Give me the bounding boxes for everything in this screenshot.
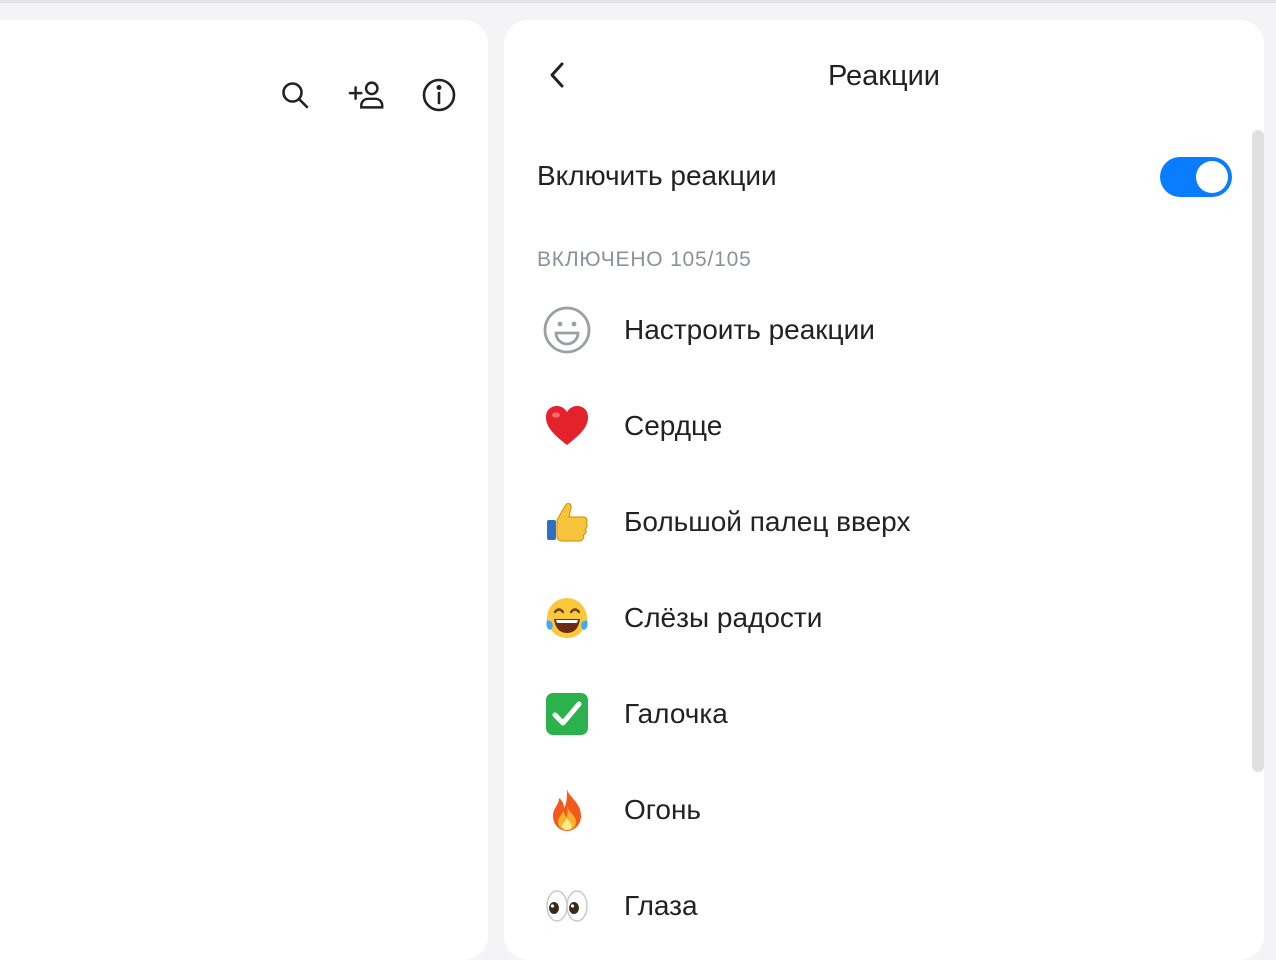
list-item-label: Слёзы радости bbox=[624, 602, 823, 633]
chat-header-actions bbox=[276, 76, 458, 114]
red-heart-emoji bbox=[541, 400, 593, 452]
eyes-emoji bbox=[541, 880, 593, 932]
fire-emoji bbox=[541, 784, 593, 836]
window-top-border bbox=[0, 0, 1276, 3]
list-item-label: Огонь bbox=[624, 794, 701, 825]
enabled-count-header: ВКЛЮЧЕНО 105/105 bbox=[537, 248, 752, 271]
reactions-list: Настроить реакции Сердце Большой палец в… bbox=[537, 282, 1237, 954]
list-item-check-mark[interactable]: Галочка bbox=[537, 666, 1237, 762]
chat-panel bbox=[0, 20, 488, 960]
list-item-tears-of-joy[interactable]: Слёзы радости bbox=[537, 570, 1237, 666]
tears-of-joy-emoji bbox=[541, 592, 593, 644]
list-item-label: Сердце bbox=[624, 410, 723, 441]
search-icon[interactable] bbox=[276, 76, 314, 114]
list-item-label: Глаза bbox=[624, 890, 698, 921]
list-item-label: Большой палец вверх bbox=[624, 506, 911, 537]
add-member-icon[interactable] bbox=[348, 76, 386, 114]
list-item-label: Галочка bbox=[624, 698, 728, 729]
list-item-thumbs-up[interactable]: Большой палец вверх bbox=[537, 474, 1237, 570]
scrollbar-thumb[interactable] bbox=[1252, 130, 1264, 772]
list-item-fire[interactable]: Огонь bbox=[537, 762, 1237, 858]
check-mark-emoji bbox=[541, 688, 593, 740]
enable-reactions-row: Включить реакции bbox=[537, 152, 1232, 202]
enable-reactions-toggle[interactable] bbox=[1160, 157, 1232, 197]
list-item-label: Настроить реакции bbox=[624, 314, 875, 345]
list-item-heart[interactable]: Сердце bbox=[537, 378, 1237, 474]
panel-title: Реакции bbox=[827, 60, 941, 92]
thumbs-up-emoji bbox=[541, 496, 593, 548]
list-item-eyes[interactable]: Глаза bbox=[537, 858, 1237, 954]
info-icon[interactable] bbox=[420, 76, 458, 114]
reactions-settings-panel: Реакции Включить реакции ВКЛЮЧЕНО 105/10… bbox=[504, 20, 1264, 960]
smiley-outline-icon bbox=[541, 304, 593, 356]
toggle-knob bbox=[1196, 161, 1228, 193]
list-item-configure-reactions[interactable]: Настроить реакции bbox=[537, 282, 1237, 378]
enable-reactions-label: Включить реакции bbox=[537, 160, 777, 191]
